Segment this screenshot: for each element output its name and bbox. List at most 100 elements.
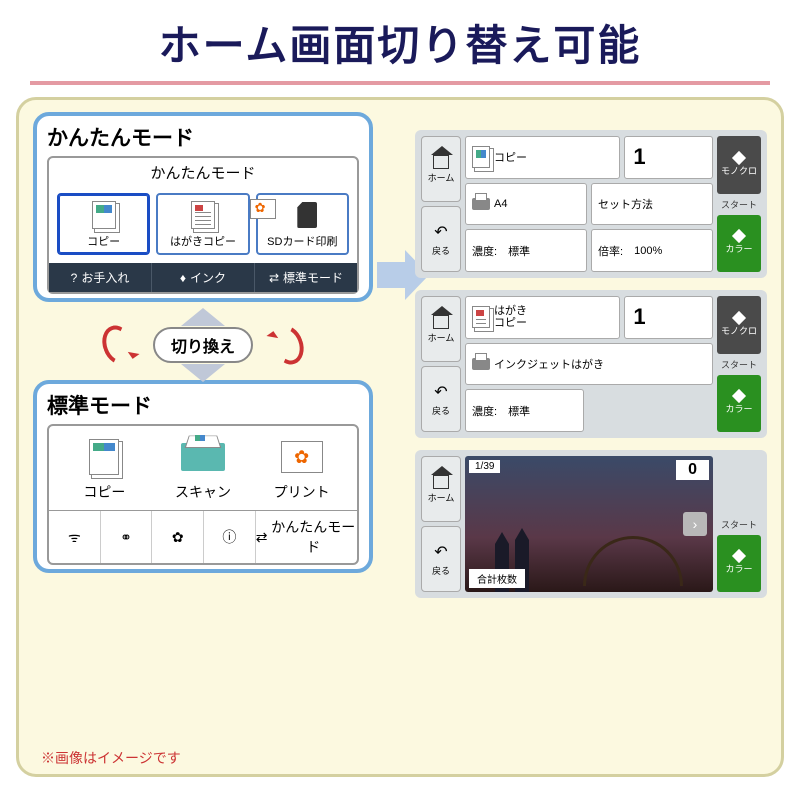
photo-preview[interactable]: 1/39 0 › 合計枚数	[465, 456, 713, 592]
info-button[interactable]: ⓘ	[204, 511, 256, 563]
std-print-button[interactable]: ✿ プリント	[252, 436, 351, 502]
photo-icon: ✿	[252, 436, 351, 478]
std-copy-button[interactable]: コピー	[55, 436, 154, 502]
hagaki-copy-button[interactable]: はがきコピー	[156, 193, 249, 255]
simple-mode-buttons: コピー はがきコピー SDカード印刷	[49, 187, 357, 263]
ink-button[interactable]: ♦インク	[152, 263, 255, 292]
simple-bottom-bar: ?お手入れ ♦インク ⇄標準モード	[49, 263, 357, 292]
total-count-label: 合計枚数	[469, 569, 525, 588]
swap-icon: ⇄	[269, 271, 279, 285]
density-button[interactable]: 濃度: 標準	[465, 229, 587, 272]
wifi-icon: ᯤ	[68, 528, 81, 547]
color-start-button[interactable]: カラー	[717, 535, 761, 593]
link-button[interactable]: ⚭	[101, 511, 153, 563]
side-nav: ホーム ↶戻る	[421, 456, 461, 592]
right-column: ホーム ↶戻る コピー 1 A4 セット方法 濃度: 標準 倍率: 100% モ…	[415, 130, 767, 610]
back-button[interactable]: ↶戻る	[421, 526, 461, 592]
pager-label: 1/39	[469, 460, 500, 473]
switch-indicator: 切り換え	[33, 310, 373, 380]
info-icon: ⓘ	[222, 527, 236, 547]
triangle-down-icon	[181, 364, 225, 382]
hagaki-label: はがきコピー	[170, 236, 236, 248]
std-scan-button[interactable]: スキャン	[154, 436, 253, 502]
screen-header: かんたんモード	[49, 158, 357, 187]
standard-mode-title: 標準モード	[47, 390, 359, 420]
home-icon	[433, 155, 449, 169]
drop-icon: ♦	[180, 271, 186, 285]
start-label: スタート	[717, 358, 761, 371]
hagaki-screen: ホーム ↶戻る はがきコピー 1 インクジェットはがき 濃度: 標準 モノクロ …	[415, 290, 767, 438]
diamond-icon	[732, 229, 746, 243]
copy-count[interactable]: 1	[624, 136, 713, 179]
hagaki-header: はがきコピー	[465, 296, 620, 339]
ratio-button[interactable]: 倍率: 100%	[591, 229, 713, 272]
printer-icon	[472, 358, 490, 370]
chevron-right-icon: ›	[693, 516, 698, 532]
paper-button[interactable]: A4	[465, 183, 587, 226]
triangle-up-icon	[181, 308, 225, 326]
side-nav: ホーム ↶戻る	[421, 296, 461, 432]
side-nav: ホーム ↶戻る	[421, 136, 461, 272]
simple-mode-screen: かんたんモード コピー はがきコピー SDカード印刷	[47, 156, 359, 294]
photo-screen: ホーム ↶戻る 1/39 0 › 合計枚数 スタート カラー	[415, 450, 767, 598]
copy-icon	[61, 199, 146, 231]
copy-header: コピー	[465, 136, 620, 179]
footnote: ※画像はイメージです	[41, 748, 181, 768]
cycle-arrow-right-icon	[267, 321, 309, 369]
standard-bottom-bar: ᯤ ⚭ ✿ ⓘ ⇄かんたんモード	[49, 510, 357, 563]
color-start-button[interactable]: カラー	[717, 215, 761, 273]
back-button[interactable]: ↶戻る	[421, 206, 461, 272]
color-start-button[interactable]: カラー	[717, 375, 761, 433]
hagaki-icon	[160, 199, 245, 231]
swap-icon: ⇄	[256, 529, 268, 546]
wifi-button[interactable]: ᯤ	[49, 511, 101, 563]
photo-count: 0	[676, 460, 709, 480]
sd-print-button[interactable]: SDカード印刷	[256, 193, 349, 255]
hagaki-count[interactable]: 1	[624, 296, 713, 339]
title-underline	[30, 81, 770, 85]
cycle-arrow-left-icon	[97, 321, 139, 369]
std-switch-button[interactable]: ⇄かんたんモード	[256, 511, 357, 563]
switch-pill: 切り換え	[153, 327, 253, 363]
home-icon	[433, 475, 449, 489]
maintenance-button[interactable]: ?お手入れ	[49, 263, 152, 292]
copy-button[interactable]: コピー	[57, 193, 150, 255]
std-copy-icon	[55, 436, 154, 478]
mono-start-button[interactable]: モノクロ	[717, 296, 761, 354]
hagaki-density-button[interactable]: 濃度: 標準	[465, 389, 584, 432]
bridge-scene	[583, 556, 683, 586]
copy-label: コピー	[87, 236, 120, 248]
scanner-icon	[154, 436, 253, 478]
container: かんたんモード かんたんモード コピー はがきコピー SDカード印刷	[16, 97, 784, 777]
copy-actions: モノクロ スタート カラー	[717, 136, 761, 272]
home-button[interactable]: ホーム	[421, 296, 461, 362]
home-button[interactable]: ホーム	[421, 136, 461, 202]
mono-start-button[interactable]: モノクロ	[717, 136, 761, 194]
start-label: スタート	[717, 198, 761, 211]
back-icon: ↶	[434, 542, 447, 562]
gear-icon: ✿	[172, 529, 184, 546]
home-button[interactable]: ホーム	[421, 456, 461, 522]
copy-screen: ホーム ↶戻る コピー 1 A4 セット方法 濃度: 標準 倍率: 100% モ…	[415, 130, 767, 278]
back-button[interactable]: ↶戻る	[421, 366, 461, 432]
start-label: スタート	[717, 518, 761, 531]
next-photo-button[interactable]: ›	[683, 512, 707, 536]
copy-main: コピー 1 A4 セット方法 濃度: 標準 倍率: 100%	[465, 136, 713, 272]
simple-mode-title: かんたんモード	[47, 122, 359, 152]
media-button[interactable]: インクジェットはがき	[465, 343, 713, 386]
diamond-icon	[732, 389, 746, 403]
simple-mode-panel: かんたんモード かんたんモード コピー はがきコピー SDカード印刷	[33, 112, 373, 302]
diamond-icon	[732, 311, 746, 325]
back-icon: ↶	[434, 222, 447, 242]
hagaki-doc-icon	[472, 306, 490, 328]
sd-label: SDカード印刷	[267, 236, 337, 248]
settings-button[interactable]: ✿	[152, 511, 204, 563]
back-icon: ↶	[434, 382, 447, 402]
set-method-button[interactable]: セット方法	[591, 183, 713, 226]
switch-mode-button[interactable]: ⇄標準モード	[255, 263, 357, 292]
standard-mode-screen: コピー スキャン ✿ プリント ᯤ ⚭ ✿ ⓘ ⇄かんた	[47, 424, 359, 565]
hagaki-main: はがきコピー 1 インクジェットはがき 濃度: 標準	[465, 296, 713, 432]
question-icon: ?	[71, 271, 78, 285]
standard-buttons: コピー スキャン ✿ プリント	[49, 426, 357, 510]
printer-icon	[472, 198, 490, 210]
